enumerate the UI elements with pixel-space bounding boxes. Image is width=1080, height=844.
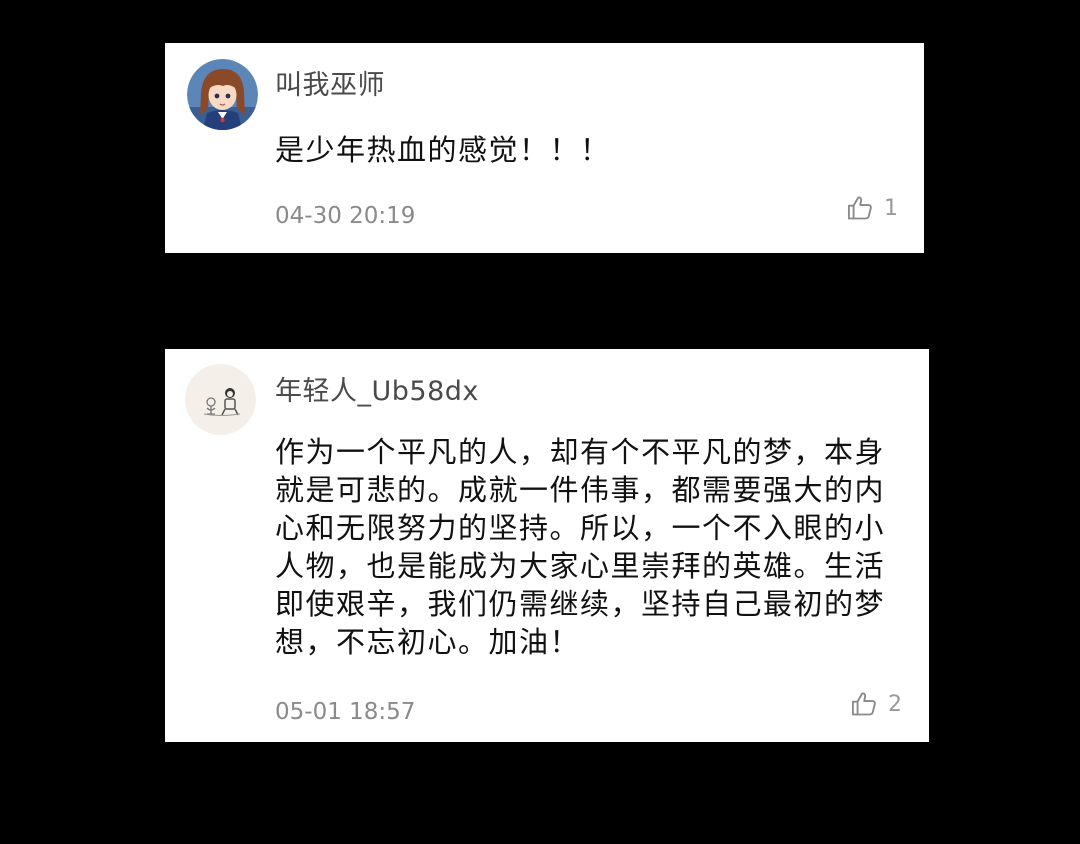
like-button[interactable]: 1	[846, 194, 898, 222]
like-count: 2	[888, 691, 902, 717]
avatar[interactable]	[185, 364, 256, 435]
thumbs-up-icon	[851, 692, 876, 716]
like-button[interactable]: 2	[850, 690, 902, 718]
comment-text: 作为一个平凡的人，却有个不平凡的梦，本身就是可悲的。成就一件伟事，都需要强大的内…	[275, 435, 886, 659]
anime-girl-avatar-icon	[187, 59, 258, 130]
username[interactable]: 年轻人_Ub58dx	[275, 369, 479, 408]
avatar[interactable]	[187, 59, 258, 130]
comment-text: 是少年热血的感觉！！！	[275, 133, 611, 167]
comment-timestamp: 05-01 18:57	[275, 699, 416, 725]
comment-card: 年轻人_Ub58dx 作为一个平凡的人，却有个不平凡的梦，本身就是可悲的。成就一…	[165, 349, 929, 742]
like-count: 1	[884, 195, 898, 221]
thumbs-up-icon	[847, 196, 872, 220]
username[interactable]: 叫我巫师	[275, 63, 385, 102]
comment-card: 叫我巫师 是少年热血的感觉！！！ 04-30 20:19 1	[165, 43, 924, 253]
comment-timestamp: 04-30 20:19	[275, 203, 416, 229]
doodle-avatar-icon	[185, 364, 256, 435]
